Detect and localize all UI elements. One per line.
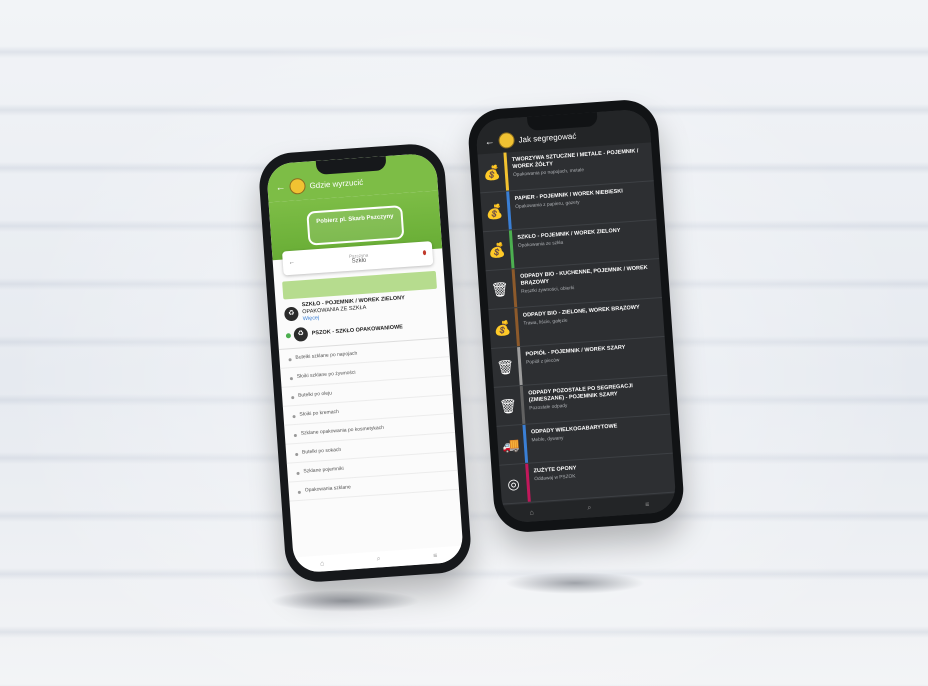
left-phone-shadow bbox=[270, 590, 420, 612]
recycle-icon: ♻ bbox=[283, 306, 299, 321]
right-phone: ← Jak segregować 💰 TWORZYWA SZTUCZNE I M… bbox=[466, 97, 686, 535]
bag-icon: 💰 bbox=[487, 241, 507, 259]
app-logo-icon bbox=[498, 131, 516, 149]
category-title: ZUŻYTE OPONY bbox=[533, 465, 577, 475]
search-input[interactable]: Pszczyna Szkło bbox=[294, 248, 423, 268]
result-title: PSZOK - SZKŁO OPAKOWANIOWE bbox=[311, 323, 404, 337]
bottom-nav: ⌂ ⌕ ≡ bbox=[293, 545, 465, 574]
left-phone: ← Gdzie wyrzucić Pobierz pl. Skarb Pszcz… bbox=[257, 142, 473, 584]
back-arrow-icon[interactable]: ← bbox=[484, 136, 495, 148]
nav-search-icon[interactable]: ⌕ bbox=[587, 504, 591, 512]
tire-icon: ◎ bbox=[506, 474, 521, 492]
category-sub: Oddawaj w PSZOK bbox=[534, 474, 576, 483]
right-phone-shadow bbox=[505, 572, 645, 594]
nav-home-icon[interactable]: ⌂ bbox=[529, 509, 534, 516]
app-logo-icon bbox=[288, 177, 307, 195]
nav-menu-icon[interactable]: ≡ bbox=[433, 552, 438, 559]
left-app-title: Gdzie wyrzucić bbox=[309, 177, 364, 190]
bin-icon: 🗑 bbox=[490, 280, 510, 298]
left-phone-screen: ← Gdzie wyrzucić Pobierz pl. Skarb Pszcz… bbox=[265, 152, 465, 574]
right-app-title: Jak segregować bbox=[518, 131, 577, 145]
status-dot bbox=[285, 332, 292, 338]
bag-icon: 💰 bbox=[485, 202, 504, 220]
back-arrow-icon[interactable]: ← bbox=[275, 182, 286, 194]
bin-icon: 🗑 bbox=[498, 396, 518, 415]
bag-icon: 💰 bbox=[493, 319, 512, 337]
hero-logo: Pobierz pl. Skarb Pszczyny bbox=[306, 205, 405, 246]
background-glow bbox=[0, 0, 928, 686]
search-value: Szkło bbox=[351, 257, 367, 265]
location-pin-icon: ⬮ bbox=[422, 249, 427, 257]
recycle-icon: ♻ bbox=[293, 326, 309, 342]
truck-icon: 🚚 bbox=[501, 435, 521, 453]
bag-icon: 💰 bbox=[482, 163, 502, 181]
right-phone-screen: ← Jak segregować 💰 TWORZYWA SZTUCZNE I M… bbox=[475, 108, 677, 524]
nav-home-icon[interactable]: ⌂ bbox=[320, 560, 325, 567]
bin-icon: 🗑 bbox=[495, 357, 515, 376]
nav-search-icon[interactable]: ⌕ bbox=[377, 555, 381, 563]
nav-menu-icon[interactable]: ≡ bbox=[645, 501, 650, 508]
